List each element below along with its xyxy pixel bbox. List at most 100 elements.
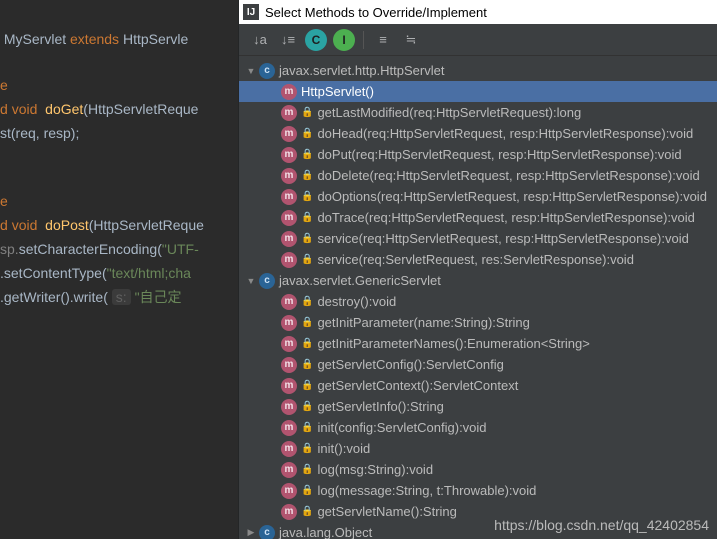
method-icon: m	[281, 294, 297, 310]
twisty-closed-icon[interactable]: ▶	[245, 527, 257, 538]
lock-icon: 🔒	[301, 128, 313, 139]
tree-method-node[interactable]: m🔒getServletInfo():String	[239, 396, 717, 417]
lock-icon: 🔒	[301, 170, 313, 181]
method-icon: m	[281, 105, 297, 121]
tree-method-node[interactable]: m 🔒 doOptions(req:HttpServletRequest, resp…	[239, 186, 717, 207]
tree-method-node[interactable]: m 🔒 doPut(req:HttpServletRequest, resp:Htt…	[239, 144, 717, 165]
lock-icon: 🔒	[301, 422, 313, 433]
lock-icon: 🔒	[301, 401, 313, 412]
method-icon: m	[281, 483, 297, 499]
dialog-title: Select Methods to Override/Implement	[265, 5, 487, 20]
tree-method-node[interactable]: m 🔒 init(config:ServletConfig):void	[239, 417, 717, 438]
expand-all-button[interactable]: ≡	[372, 29, 394, 51]
lock-icon: 🔒	[301, 296, 313, 307]
tree-node-label: getLastModified(req:HttpServletRequest):…	[317, 105, 581, 120]
lock-icon: 🔒	[301, 443, 313, 454]
sort-visibility-button[interactable]: ↓≡	[277, 29, 299, 51]
tree-method-node[interactable]: m 🔒 init():void	[239, 438, 717, 459]
tree-node-label: getServletInfo():String	[317, 399, 443, 414]
lock-icon: 🔒	[301, 506, 313, 517]
tree-method-node[interactable]: m🔒getInitParameter(name:String):String	[239, 312, 717, 333]
tree-node-label: doHead(req:HttpServletRequest, resp:Http…	[317, 126, 693, 141]
tree-node-label: HttpServlet()	[301, 84, 374, 99]
tree-node-label: service(req:HttpServletRequest, resp:Htt…	[317, 231, 688, 246]
dialog-toolbar: ↓a ↓≡ C I ≡ ≒	[239, 24, 717, 56]
code-line: .setContentType("text/html;cha	[0, 265, 191, 281]
tree-class-node[interactable]: ▼c javax.servlet.GenericServlet	[239, 270, 717, 291]
tree-node-label: javax.servlet.GenericServlet	[279, 273, 441, 288]
class-icon: c	[259, 525, 275, 539]
show-interfaces-button[interactable]: I	[333, 29, 355, 51]
lock-icon: 🔒	[301, 212, 313, 223]
tree-node-label: getServletName():String	[317, 504, 456, 519]
method-icon: m	[281, 84, 297, 100]
method-icon: m	[281, 504, 297, 520]
tree-node-label: init(config:ServletConfig):void	[317, 420, 486, 435]
lock-icon: 🔒	[301, 464, 313, 475]
tree-class-node[interactable]: ▶c java.lang.Object	[239, 522, 717, 539]
class-icon: c	[259, 63, 275, 79]
method-icon: m	[281, 147, 297, 163]
dialog-titlebar[interactable]: IJ Select Methods to Override/Implement	[239, 0, 717, 24]
method-icon: m	[281, 420, 297, 436]
lock-icon: 🔒	[301, 149, 313, 160]
method-icon: m	[281, 252, 297, 268]
lock-icon: 🔒	[301, 485, 313, 496]
code-line: st(req, resp);	[0, 125, 79, 141]
tree-node-label: getInitParameter(name:String):String	[317, 315, 529, 330]
method-icon: m	[281, 189, 297, 205]
method-icon: m	[281, 210, 297, 226]
tree-method-node[interactable]: m 🔒 log(message:String, t:Throwable):void	[239, 480, 717, 501]
sort-alpha-button[interactable]: ↓a	[249, 29, 271, 51]
tree-class-node[interactable]: ▼cjavax.servlet.http.HttpServlet	[239, 60, 717, 81]
tree-method-node[interactable]: m HttpServlet()	[239, 81, 717, 102]
class-icon: c	[259, 273, 275, 289]
tree-node-label: doPut(req:HttpServletRequest, resp:HttpS…	[317, 147, 681, 162]
tree-method-node[interactable]: m 🔒 service(req:HttpServletRequest, resp:H…	[239, 228, 717, 249]
tree-node-label: getServletConfig():ServletConfig	[317, 357, 503, 372]
show-classes-button[interactable]: C	[305, 29, 327, 51]
code-line: e	[0, 77, 8, 93]
code-editor[interactable]: MyServlet extends HttpServle e d void do…	[0, 0, 238, 539]
code-line: e	[0, 193, 8, 209]
tree-method-node[interactable]: m🔒getServletConfig():ServletConfig	[239, 354, 717, 375]
method-tree[interactable]: ▼cjavax.servlet.http.HttpServlet m HttpSer…	[239, 56, 717, 539]
twisty-open-icon[interactable]: ▼	[245, 276, 257, 286]
collapse-all-button[interactable]: ≒	[400, 29, 422, 51]
lock-icon: 🔒	[301, 380, 313, 391]
method-icon: m	[281, 231, 297, 247]
code-line: MyServlet extends HttpServle	[0, 31, 188, 47]
tree-node-label: doDelete(req:HttpServletRequest, resp:Ht…	[317, 168, 699, 183]
tree-node-label: init():void	[317, 441, 370, 456]
tree-method-node[interactable]: m 🔒 destroy():void	[239, 291, 717, 312]
tree-method-node[interactable]: m🔒getServletContext():ServletContext	[239, 375, 717, 396]
method-icon: m	[281, 126, 297, 142]
lock-icon: 🔒	[301, 233, 313, 244]
tree-node-label: getInitParameterNames():Enumeration<Stri…	[317, 336, 589, 351]
intellij-icon: IJ	[243, 4, 259, 20]
lock-icon: 🔒	[301, 107, 313, 118]
tree-node-label: log(message:String, t:Throwable):void	[317, 483, 536, 498]
tree-method-node[interactable]: m 🔒 doDelete(req:HttpServletRequest, resp:…	[239, 165, 717, 186]
method-icon: m	[281, 168, 297, 184]
method-icon: m	[281, 315, 297, 331]
tree-method-node[interactable]: m 🔒 doHead(req:HttpServletRequest, resp:Ht…	[239, 123, 717, 144]
tree-method-node[interactable]: m🔒log(msg:String):void	[239, 459, 717, 480]
tree-method-node[interactable]: m🔒getInitParameterNames():Enumeration<St…	[239, 333, 717, 354]
tree-node-label: doTrace(req:HttpServletRequest, resp:Htt…	[317, 210, 694, 225]
tree-node-label: log(msg:String):void	[317, 462, 433, 477]
method-icon: m	[281, 441, 297, 457]
tree-node-label: destroy():void	[317, 294, 396, 309]
twisty-open-icon[interactable]: ▼	[245, 66, 257, 76]
tree-method-node[interactable]: m 🔒 getLastModified(req:HttpServletRequest…	[239, 102, 717, 123]
lock-icon: 🔒	[301, 338, 313, 349]
tree-node-label: doOptions(req:HttpServletRequest, resp:H…	[317, 189, 706, 204]
tree-node-label: service(req:ServletRequest, res:ServletR…	[317, 252, 633, 267]
tree-method-node[interactable]: m 🔒 getServletName():String	[239, 501, 717, 522]
tree-node-label: java.lang.Object	[279, 525, 372, 539]
code-line: d void doPost(HttpServletReque	[0, 217, 204, 233]
method-icon: m	[281, 357, 297, 373]
tree-method-node[interactable]: m🔒service(req:ServletRequest, res:Servle…	[239, 249, 717, 270]
lock-icon: 🔒	[301, 191, 313, 202]
tree-method-node[interactable]: m 🔒 doTrace(req:HttpServletRequest, resp:H…	[239, 207, 717, 228]
